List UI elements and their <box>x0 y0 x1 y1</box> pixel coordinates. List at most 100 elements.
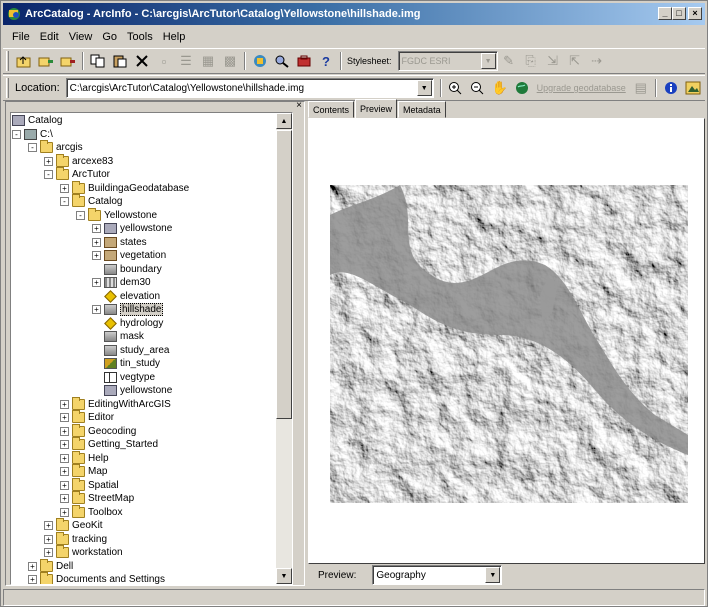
disconnect-folder-icon[interactable] <box>57 51 79 71</box>
expand-icon[interactable]: + <box>44 534 53 544</box>
close-button[interactable]: × <box>688 7 702 20</box>
up-one-level-icon[interactable] <box>13 51 35 71</box>
expand-icon[interactable]: + <box>28 575 37 584</box>
tree-node[interactable]: + Dell <box>28 558 73 573</box>
scroll-up-arrow-icon[interactable]: ▲ <box>276 113 292 129</box>
tree-node[interactable]: + hillshade <box>92 303 164 316</box>
metadata-properties-icon[interactable]: ⎘ <box>520 51 542 71</box>
minimize-button[interactable]: _ <box>658 7 672 20</box>
expand-icon[interactable]: + <box>60 413 69 422</box>
tree-node[interactable]: - C:\ <box>12 128 53 141</box>
import-metadata-icon[interactable]: ⇲ <box>542 51 564 71</box>
expand-icon[interactable]: + <box>44 548 53 557</box>
connect-folder-icon[interactable] <box>35 51 57 71</box>
tree-node[interactable]: + BuildingaGeodatabase <box>60 180 189 195</box>
tree-node[interactable]: + dem30 <box>92 276 151 289</box>
expand-icon[interactable]: + <box>44 156 53 166</box>
menu-go[interactable]: Go <box>97 31 122 43</box>
tree-node[interactable]: + EditingWithArcGIS <box>60 396 171 411</box>
close-pane-icon[interactable]: × <box>296 100 302 111</box>
whats-this-icon[interactable]: ? <box>315 51 337 71</box>
collapse-icon[interactable]: - <box>12 129 21 139</box>
chevron-down-icon[interactable]: ▼ <box>485 567 501 583</box>
tree-node[interactable]: + vegetation <box>92 249 166 262</box>
chevron-down-icon[interactable]: ▼ <box>480 53 496 69</box>
identify-icon[interactable] <box>660 78 682 98</box>
expand-icon[interactable]: + <box>60 467 69 476</box>
copy-icon[interactable] <box>87 51 109 71</box>
tab-contents[interactable]: Contents <box>308 101 355 118</box>
expand-icon[interactable]: + <box>44 521 53 530</box>
zoom-in-icon[interactable] <box>445 78 467 98</box>
tree-node[interactable]: + StreetMap <box>60 491 134 505</box>
tree-node[interactable]: mask <box>92 330 144 343</box>
menu-edit[interactable]: Edit <box>35 31 64 43</box>
collapse-icon[interactable]: - <box>28 143 37 152</box>
tree-node[interactable]: Catalog <box>12 114 62 127</box>
tree-scrollbar[interactable]: ▲ ▼ <box>276 113 292 584</box>
tree-node[interactable]: + Help <box>60 450 109 465</box>
delete-icon[interactable] <box>131 51 153 71</box>
expand-icon[interactable]: + <box>60 440 69 449</box>
expand-icon[interactable]: + <box>60 480 69 490</box>
expand-icon[interactable]: + <box>60 507 69 517</box>
tree-node[interactable]: + Documents and Settings <box>28 572 165 584</box>
large-icons-icon[interactable]: ▫ <box>153 51 175 71</box>
menu-view[interactable]: View <box>64 31 98 43</box>
menu-tools[interactable]: Tools <box>122 31 158 43</box>
expand-icon[interactable]: + <box>60 183 69 193</box>
expand-icon[interactable]: + <box>92 224 101 233</box>
tree-node[interactable]: + Geocoding <box>60 423 136 438</box>
create-metadata-icon[interactable]: ⇢ <box>586 51 608 71</box>
maximize-button[interactable]: □ <box>672 7 686 20</box>
tree-node[interactable]: study_area <box>92 344 169 357</box>
arctoolbox-icon[interactable] <box>293 51 315 71</box>
chevron-down-icon[interactable]: ▼ <box>416 80 432 96</box>
expand-icon[interactable]: + <box>92 237 101 247</box>
pan-hand-icon[interactable]: ✋ <box>489 78 511 98</box>
scroll-down-arrow-icon[interactable]: ▼ <box>276 568 292 584</box>
toolbar-grip[interactable] <box>6 78 9 98</box>
tree-node[interactable]: hydrology <box>92 316 163 330</box>
catalog-tree[interactable]: ▲ ▼ Catalog - C:\ - arcgis + arcexe83- ArcTutor… <box>10 112 293 585</box>
collapse-icon[interactable]: - <box>60 197 69 206</box>
tree-node[interactable]: + arcexe83 <box>44 153 113 168</box>
title-bar[interactable]: ArcCatalog - ArcInfo - C:\arcgis\ArcTuto… <box>3 3 705 25</box>
tree-node[interactable]: tin_study <box>92 357 160 370</box>
expand-icon[interactable]: + <box>60 426 69 436</box>
tree-node[interactable]: + Map <box>60 464 107 478</box>
launch-arcmap-icon[interactable] <box>249 51 271 71</box>
tree-node[interactable]: - ArcTutor <box>44 167 110 181</box>
tree-node[interactable]: - Yellowstone <box>76 207 157 222</box>
expand-icon[interactable]: + <box>92 278 101 287</box>
collapse-icon[interactable]: - <box>76 210 85 220</box>
tree-node[interactable]: elevation <box>92 289 160 303</box>
geodatabase-properties-icon[interactable]: ▤ <box>630 78 652 98</box>
tree-node[interactable]: + workstation <box>44 545 123 559</box>
create-thumbnail-icon[interactable] <box>682 78 704 98</box>
tree-node[interactable]: boundary <box>92 263 162 276</box>
thumbnails-icon[interactable]: ▩ <box>219 51 241 71</box>
zoom-out-icon[interactable] <box>467 78 489 98</box>
full-extent-icon[interactable] <box>511 78 533 98</box>
collapse-icon[interactable]: - <box>44 170 53 179</box>
upgrade-geodatabase-button[interactable]: Upgrade geodatabase <box>537 83 626 93</box>
scrollbar-thumb[interactable] <box>276 130 292 419</box>
tree-node[interactable]: + Editor <box>60 410 114 424</box>
tree-node[interactable]: + tracking <box>44 531 107 546</box>
expand-icon[interactable]: + <box>60 399 69 409</box>
tab-metadata[interactable]: Metadata <box>398 101 446 118</box>
tree-node[interactable]: + Toolbox <box>60 504 122 519</box>
tree-node[interactable]: - arcgis <box>28 140 83 154</box>
tab-preview[interactable]: Preview <box>355 99 398 118</box>
tree-node[interactable]: + GeoKit <box>44 518 103 532</box>
tree-node[interactable]: + Getting_Started <box>60 437 158 451</box>
expand-icon[interactable]: + <box>60 453 69 463</box>
tree-node[interactable]: vegtype <box>92 371 155 384</box>
menu-file[interactable]: File <box>7 31 35 43</box>
expand-icon[interactable]: + <box>60 494 69 503</box>
search-icon[interactable] <box>271 51 293 71</box>
hillshade-raster-image[interactable] <box>330 185 688 503</box>
tree-node[interactable]: yellowstone <box>92 384 172 397</box>
export-metadata-icon[interactable]: ⇱ <box>564 51 586 71</box>
